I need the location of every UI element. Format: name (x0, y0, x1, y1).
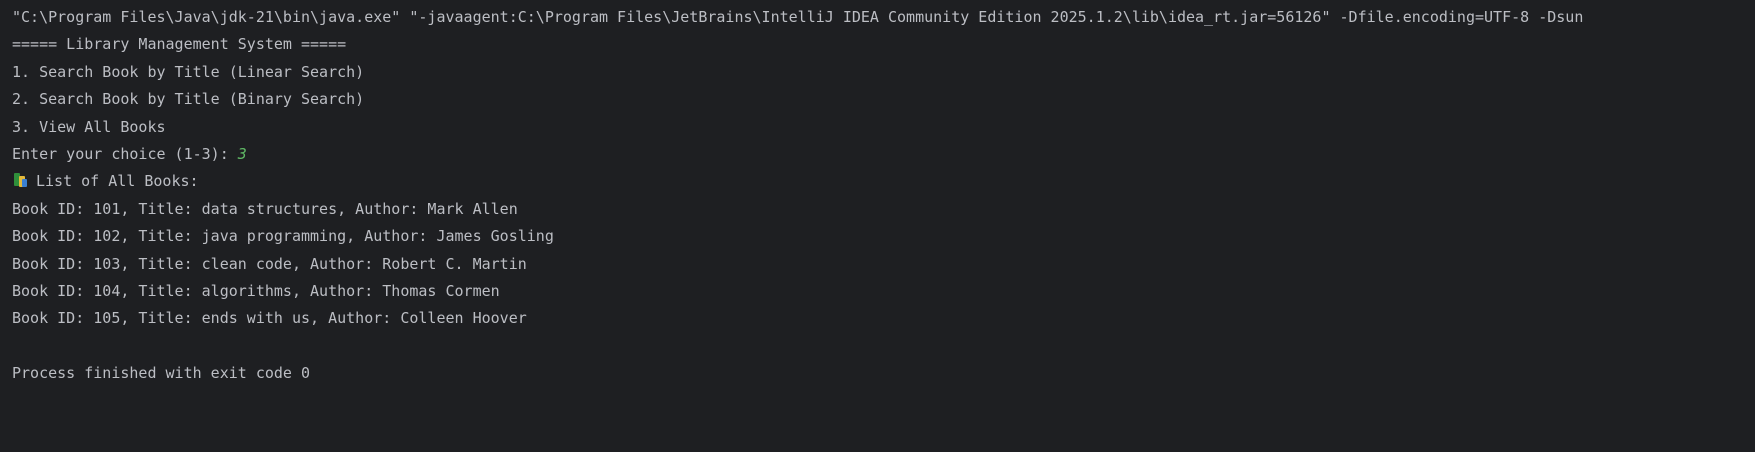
book-row: Book ID: 101, Title: data structures, Au… (12, 199, 518, 218)
command-line: "C:\Program Files\Java\jdk-21\bin\java.e… (12, 8, 1584, 26)
menu-item-binary-search: 2. Search Book by Title (Binary Search) (12, 90, 365, 109)
run-console-output[interactable]: "C:\Program Files\Java\jdk-21\bin\java.e… (0, 0, 1755, 452)
list-header-line: List of All Books: (12, 168, 1755, 195)
choice-prompt: Enter your choice (1-3): (12, 144, 238, 163)
menu-item-linear-search: 1. Search Book by Title (Linear Search) (12, 62, 365, 81)
books-icon (12, 172, 28, 188)
book-row: Book ID: 102, Title: java programming, A… (12, 227, 554, 246)
user-input-value: 3 (237, 144, 247, 163)
book-row: Book ID: 105, Title: ends with us, Autho… (12, 309, 527, 328)
list-header: List of All Books: (36, 172, 199, 191)
menu-header: ===== Library Management System ===== (12, 35, 347, 54)
menu-item-view-all: 3. View All Books (12, 117, 166, 136)
book-row: Book ID: 104, Title: algorithms, Author:… (12, 281, 500, 300)
exit-message: Process finished with exit code 0 (12, 364, 311, 383)
book-row: Book ID: 103, Title: clean code, Author:… (12, 254, 527, 273)
choice-prompt-line: Enter your choice (1-3): 3 (12, 141, 1755, 168)
